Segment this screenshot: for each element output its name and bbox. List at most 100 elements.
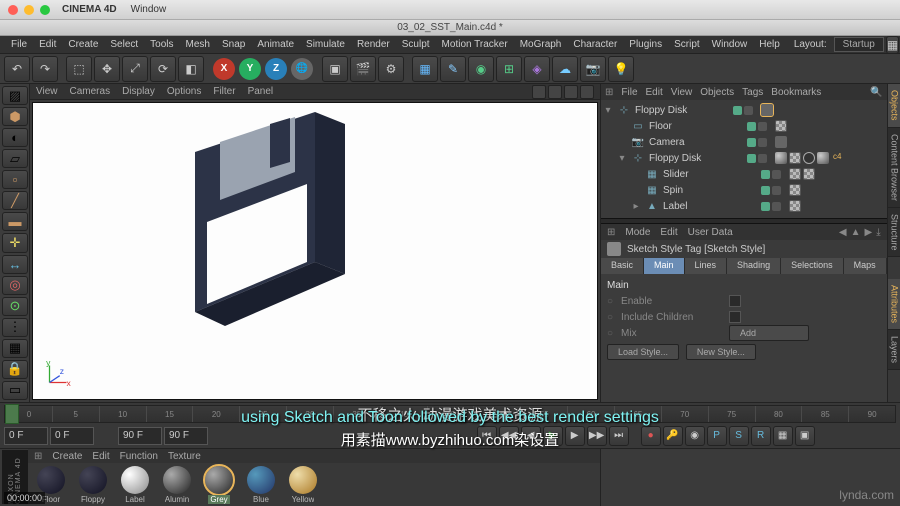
- timeline-current-field[interactable]: 0 F: [50, 427, 94, 445]
- material-alumin[interactable]: Alumin: [158, 466, 196, 504]
- om-row-label[interactable]: ▸ ▲ Label: [603, 198, 885, 214]
- tab-structure[interactable]: Structure: [888, 208, 900, 258]
- select-tool-icon[interactable]: ⬚: [66, 56, 92, 82]
- timeline-length-field[interactable]: 90 F: [118, 427, 162, 445]
- deformer-icon[interactable]: ◈: [524, 56, 550, 82]
- environment-icon[interactable]: ☁: [552, 56, 578, 82]
- om-row-camera[interactable]: 📷 Camera: [603, 134, 885, 150]
- attr-menu-mode[interactable]: Mode: [625, 227, 650, 238]
- vp-menu-cameras[interactable]: Cameras: [70, 86, 111, 97]
- menu-character[interactable]: Character: [568, 37, 622, 52]
- om-row-floppy-disk[interactable]: ▾ ⊹ Floppy Disk: [603, 102, 885, 118]
- mat-menu-texture[interactable]: Texture: [168, 451, 201, 462]
- menu-render[interactable]: Render: [352, 37, 395, 52]
- undo-icon[interactable]: ↶: [4, 56, 30, 82]
- mac-min[interactable]: [24, 5, 34, 15]
- mac-app-name[interactable]: CINEMA 4D: [62, 4, 117, 15]
- play-icon[interactable]: ▶: [543, 426, 563, 446]
- material-blue[interactable]: Blue: [242, 466, 280, 504]
- menu-simulate[interactable]: Simulate: [301, 37, 350, 52]
- next-key-icon[interactable]: ▶▶: [587, 426, 607, 446]
- snap-icon[interactable]: ⊙: [2, 297, 28, 316]
- load-style-button[interactable]: Load Style...: [607, 344, 679, 360]
- record-key-icon[interactable]: ●: [641, 426, 661, 446]
- generator-nurbs-icon[interactable]: ◉: [468, 56, 494, 82]
- om-row-floor[interactable]: ▭ Floor: [603, 118, 885, 134]
- axis-mode-icon[interactable]: ✛: [2, 233, 28, 252]
- rotate-tool-icon[interactable]: ⟳: [150, 56, 176, 82]
- menu-snap[interactable]: Snap: [217, 37, 250, 52]
- attr-menu-userdata[interactable]: User Data: [688, 227, 733, 238]
- vp-menu-filter[interactable]: Filter: [213, 86, 235, 97]
- scale-tool-icon[interactable]: ⤢: [122, 56, 148, 82]
- light-icon[interactable]: 💡: [608, 56, 634, 82]
- move-tool-icon[interactable]: ✥: [94, 56, 120, 82]
- menu-create[interactable]: Create: [63, 37, 103, 52]
- attr-tab-lines[interactable]: Lines: [685, 258, 728, 274]
- material-yellow[interactable]: Yellow: [284, 466, 322, 504]
- key-selection-icon[interactable]: ◉: [685, 426, 705, 446]
- make-editable-icon[interactable]: ▨: [2, 86, 28, 105]
- menu-animate[interactable]: Animate: [252, 37, 299, 52]
- tab-objects[interactable]: Objects: [888, 84, 900, 128]
- layout-cycle-icon[interactable]: ▦: [886, 36, 899, 54]
- render-pv-icon[interactable]: 🎬: [350, 56, 376, 82]
- timeline-playhead[interactable]: [5, 404, 19, 424]
- material-floppy[interactable]: Floppy: [74, 466, 112, 504]
- om-row-spin[interactable]: ▦ Spin: [603, 182, 885, 198]
- workplane2-icon[interactable]: ▦: [2, 339, 28, 358]
- key-param-icon[interactable]: ▦: [773, 426, 793, 446]
- checkbox[interactable]: [729, 311, 741, 323]
- om-row-slider[interactable]: ▦ Slider: [603, 166, 885, 182]
- prev-key-icon[interactable]: ◀◀: [499, 426, 519, 446]
- checkbox[interactable]: [729, 295, 741, 307]
- key-scale-icon[interactable]: S: [729, 426, 749, 446]
- snap-settings-icon[interactable]: ⋮: [2, 318, 28, 337]
- tab-layers[interactable]: Layers: [888, 330, 900, 370]
- goto-start-icon[interactable]: ⏮: [477, 426, 497, 446]
- mat-menu-function[interactable]: Function: [120, 451, 158, 462]
- key-pla-icon[interactable]: ▣: [795, 426, 815, 446]
- tab-content-browser[interactable]: Content Browser: [888, 128, 900, 208]
- vp-menu-view[interactable]: View: [36, 86, 58, 97]
- model-mode-icon[interactable]: ⬢: [2, 107, 28, 126]
- poly-mode-icon[interactable]: ▬: [2, 212, 28, 231]
- workplane-icon[interactable]: ▱: [2, 149, 28, 168]
- menu-help[interactable]: Help: [754, 37, 785, 52]
- menu-file[interactable]: File: [6, 37, 32, 52]
- menu-script[interactable]: Script: [669, 37, 705, 52]
- timeline-start-field[interactable]: 0 F: [4, 427, 48, 445]
- timeline-end-field[interactable]: 90 F: [164, 427, 208, 445]
- recent-tool-icon[interactable]: ◧: [178, 56, 204, 82]
- tab-attributes[interactable]: Attributes: [888, 279, 900, 330]
- vp-menu-options[interactable]: Options: [167, 86, 201, 97]
- menu-plugins[interactable]: Plugins: [624, 37, 667, 52]
- attr-nav-fwd-icon[interactable]: ▶: [865, 227, 873, 238]
- viewport[interactable]: x y z: [32, 102, 598, 400]
- key-pos-icon[interactable]: P: [707, 426, 727, 446]
- new-style-button[interactable]: New Style...: [686, 344, 756, 360]
- attr-menu-edit[interactable]: Edit: [660, 227, 677, 238]
- om-menu-file[interactable]: File: [621, 87, 637, 98]
- goto-end-icon[interactable]: ⏭: [609, 426, 629, 446]
- attr-tab-shading[interactable]: Shading: [727, 258, 781, 274]
- mac-menu-window[interactable]: Window: [131, 4, 167, 15]
- material-label[interactable]: Label: [116, 466, 154, 504]
- mac-close[interactable]: [8, 5, 18, 15]
- om-menu-view[interactable]: View: [671, 87, 693, 98]
- menu-select[interactable]: Select: [105, 37, 143, 52]
- redo-icon[interactable]: ↷: [32, 56, 58, 82]
- material-grey[interactable]: Grey: [200, 466, 238, 504]
- attr-tab-maps[interactable]: Maps: [844, 258, 887, 274]
- key-rot-icon[interactable]: R: [751, 426, 771, 446]
- autokey-icon[interactable]: 🔑: [663, 426, 683, 446]
- planar-workplane-icon[interactable]: ▭: [2, 381, 28, 400]
- attr-nav-lock-icon[interactable]: ⤓: [876, 227, 880, 238]
- menu-edit[interactable]: Edit: [34, 37, 61, 52]
- prev-frame-icon[interactable]: ◀: [521, 426, 541, 446]
- om-menu-bookmarks[interactable]: Bookmarks: [771, 87, 821, 98]
- spline-pen-icon[interactable]: ✎: [440, 56, 466, 82]
- material-list[interactable]: FloorFloppyLabelAluminGreyBlueYellow: [28, 463, 600, 506]
- axis-world-icon[interactable]: 🌐: [291, 58, 313, 80]
- mac-max[interactable]: [40, 5, 50, 15]
